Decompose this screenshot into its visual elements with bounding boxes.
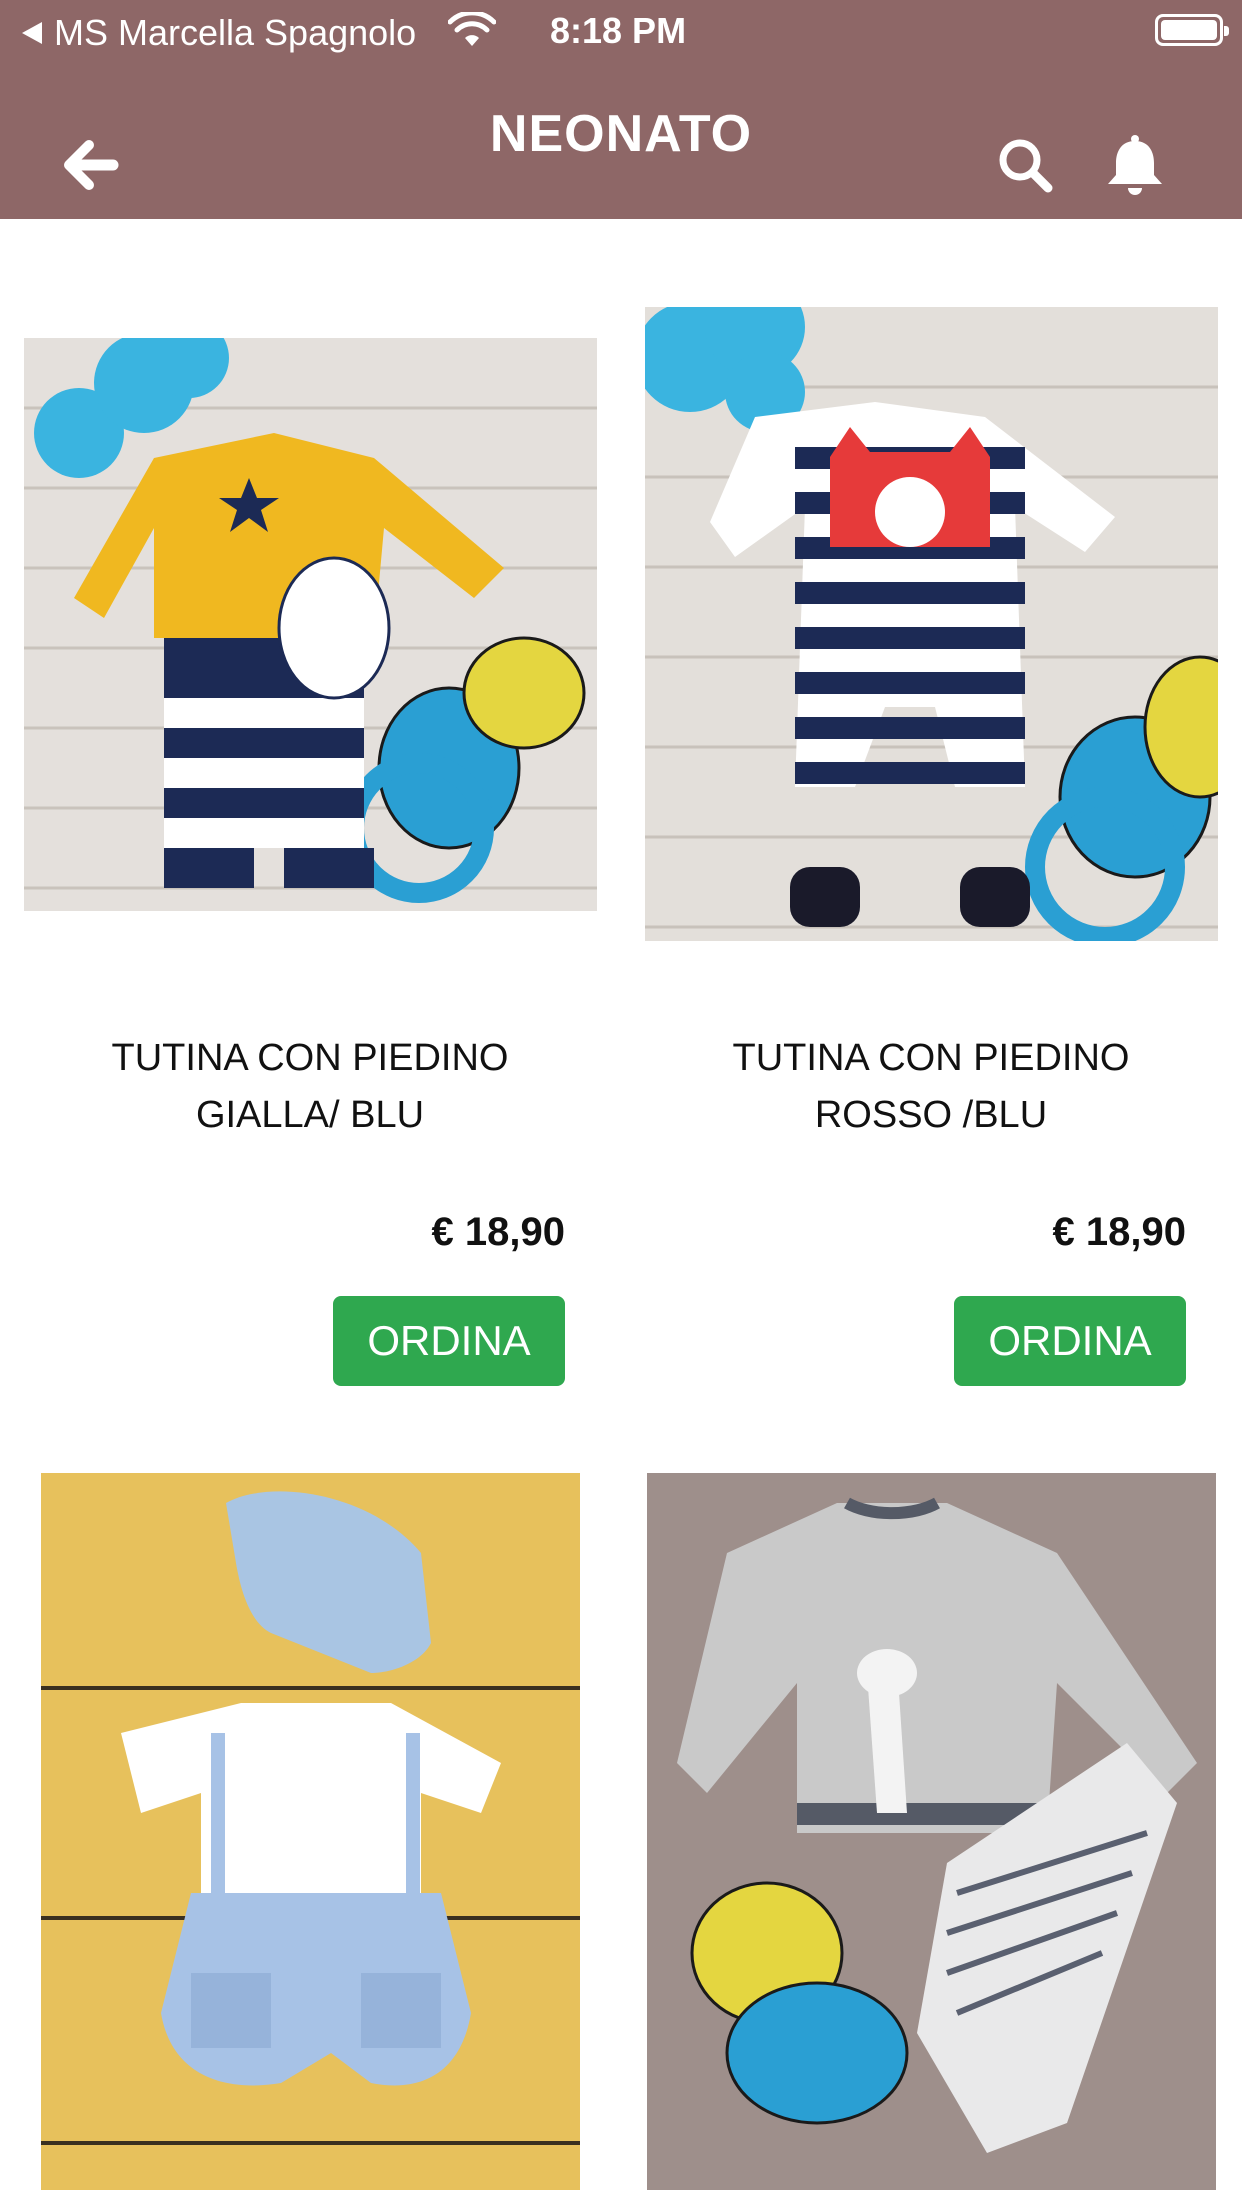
back-triangle-icon: [22, 22, 42, 44]
product-price-1: € 18,90: [431, 1210, 565, 1254]
search-button[interactable]: [990, 130, 1060, 200]
bell-icon: [1108, 135, 1162, 195]
product-image-2[interactable]: [645, 307, 1218, 941]
status-bar: MS Marcella Spagnolo 8:18 PM: [0, 0, 1242, 60]
back-to-app[interactable]: MS Marcella Spagnolo: [22, 12, 416, 54]
product-image-3[interactable]: [41, 1473, 580, 2190]
app-header: NEONATO: [0, 60, 1242, 219]
wifi-icon: [447, 10, 497, 57]
product-price-2: € 18,90: [1052, 1210, 1186, 1254]
order-button-2[interactable]: ORDINA: [954, 1296, 1186, 1386]
battery-icon: [1155, 14, 1229, 46]
order-button-1[interactable]: ORDINA: [333, 1296, 565, 1386]
back-app-label: MS Marcella Spagnolo: [54, 12, 417, 53]
product-name-1[interactable]: TUTINA CON PIEDINO GIALLA/ BLU: [30, 1030, 590, 1144]
status-time: 8:18 PM: [550, 10, 687, 51]
search-icon: [999, 139, 1053, 193]
top-bar: MS Marcella Spagnolo 8:18 PM NEONATO: [0, 0, 1242, 219]
product-name-2[interactable]: TUTINA CON PIEDINO ROSSO /BLU: [651, 1030, 1211, 1144]
notifications-button[interactable]: [1100, 130, 1170, 200]
product-image-1[interactable]: [24, 338, 597, 911]
product-image-4[interactable]: [647, 1473, 1216, 2190]
